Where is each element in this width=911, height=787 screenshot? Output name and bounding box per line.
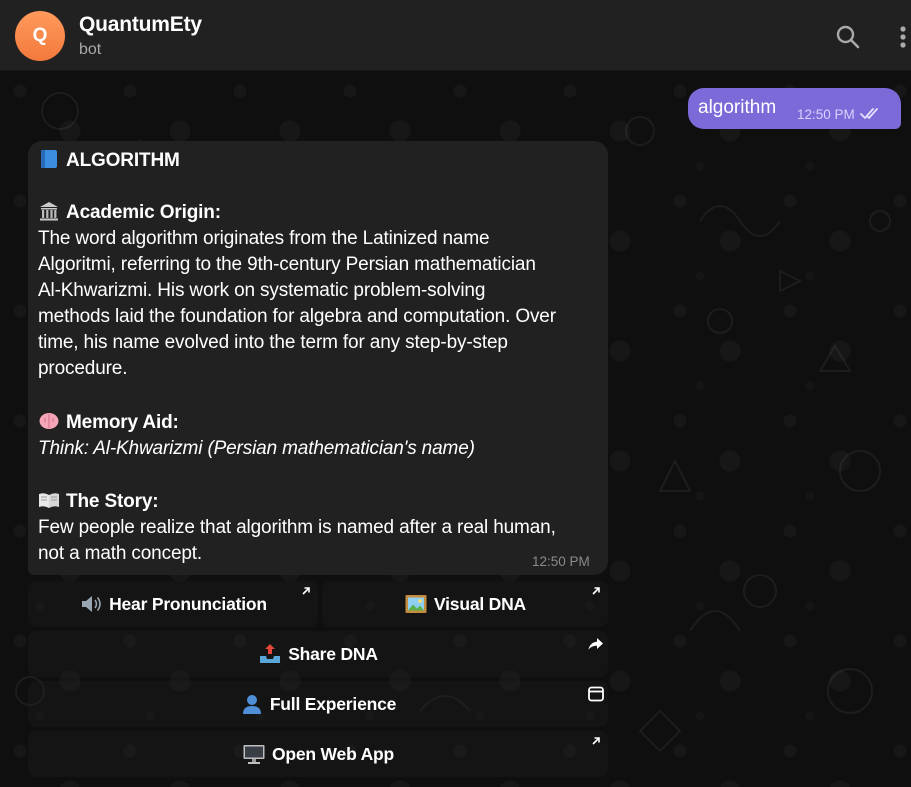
open-book-emoji — [39, 493, 59, 508]
search-icon[interactable] — [835, 24, 861, 50]
outgoing-message[interactable]: algorithm 12:50 PM — [688, 88, 901, 129]
button-label: Full Experience — [269, 693, 397, 714]
memory-heading: Memory Aid: — [66, 412, 179, 433]
visual-dna-button[interactable]: Visual DNA — [322, 581, 608, 627]
speaker-emoji — [82, 596, 101, 612]
story-line: not a math concept. — [38, 543, 203, 564]
more-vertical-icon[interactable] — [895, 23, 911, 51]
story-heading: The Story: — [66, 491, 159, 512]
origin-line: methods laid the foundation for algebra … — [38, 306, 556, 327]
message-text: algorithm — [698, 97, 777, 118]
desktop-computer-emoji — [243, 745, 265, 764]
incoming-message[interactable]: ALGORITHM Academic Origin: The word algo… — [28, 141, 608, 575]
origin-heading-line: Academic Origin: — [38, 200, 221, 226]
window-icon — [588, 686, 604, 702]
hear-pronunciation-button[interactable]: Hear Pronunciation — [28, 581, 318, 627]
full-experience-button[interactable]: Full Experience — [28, 681, 608, 727]
open-web-app-button[interactable]: Open Web App — [28, 731, 608, 777]
share-dna-button[interactable]: Share DNA — [28, 631, 608, 677]
memory-text: Think: Al-Khwarizmi (Persian mathematici… — [38, 438, 475, 459]
arrow-up-right-icon — [592, 587, 600, 595]
chat-subtitle: bot — [79, 41, 102, 58]
framed-picture-emoji — [405, 595, 427, 613]
story-heading-line: The Story: — [38, 489, 159, 515]
story-line: Few people realize that algorithm is nam… — [38, 517, 556, 538]
origin-heading: Academic Origin: — [66, 202, 221, 223]
origin-line: The word algorithm originates from the L… — [38, 228, 490, 249]
button-label: Share DNA — [288, 643, 378, 664]
chat-header[interactable]: Q QuantumEty bot — [0, 0, 911, 71]
button-label: Hear Pronunciation — [109, 593, 267, 614]
share-arrow-icon — [588, 638, 603, 650]
chat-title: QuantumEty — [79, 13, 202, 36]
blue-book-emoji — [41, 150, 57, 168]
origin-line: procedure. — [38, 358, 128, 379]
message-title: ALGORITHM — [66, 150, 180, 171]
button-label: Open Web App — [271, 743, 395, 764]
avatar[interactable]: Q — [15, 11, 65, 61]
origin-line: Al-Khwarizmi. His work on systematic pro… — [38, 280, 486, 301]
message-time: 12:50 PM — [797, 107, 855, 122]
brain-emoji — [39, 413, 59, 429]
origin-line: time, his name evolved into the term for… — [38, 332, 508, 353]
button-label: Visual DNA — [433, 593, 526, 614]
origin-line: Algoritmi, referring to the 9th-century … — [38, 254, 536, 275]
arrow-up-right-icon — [302, 587, 310, 595]
message-time: 12:50 PM — [532, 554, 590, 569]
outbox-tray-emoji — [260, 644, 281, 663]
telegram-chat-window: Q QuantumEty bot algorithm 12:50 PM ALGO… — [0, 0, 911, 787]
memory-heading-line: Memory Aid: — [38, 410, 179, 436]
double-check-icon — [860, 108, 878, 120]
bust-silhouette-emoji — [242, 695, 261, 714]
arrow-up-right-icon — [592, 737, 600, 745]
classical-building-emoji — [40, 202, 58, 221]
message-title-line: ALGORITHM — [38, 148, 180, 174]
